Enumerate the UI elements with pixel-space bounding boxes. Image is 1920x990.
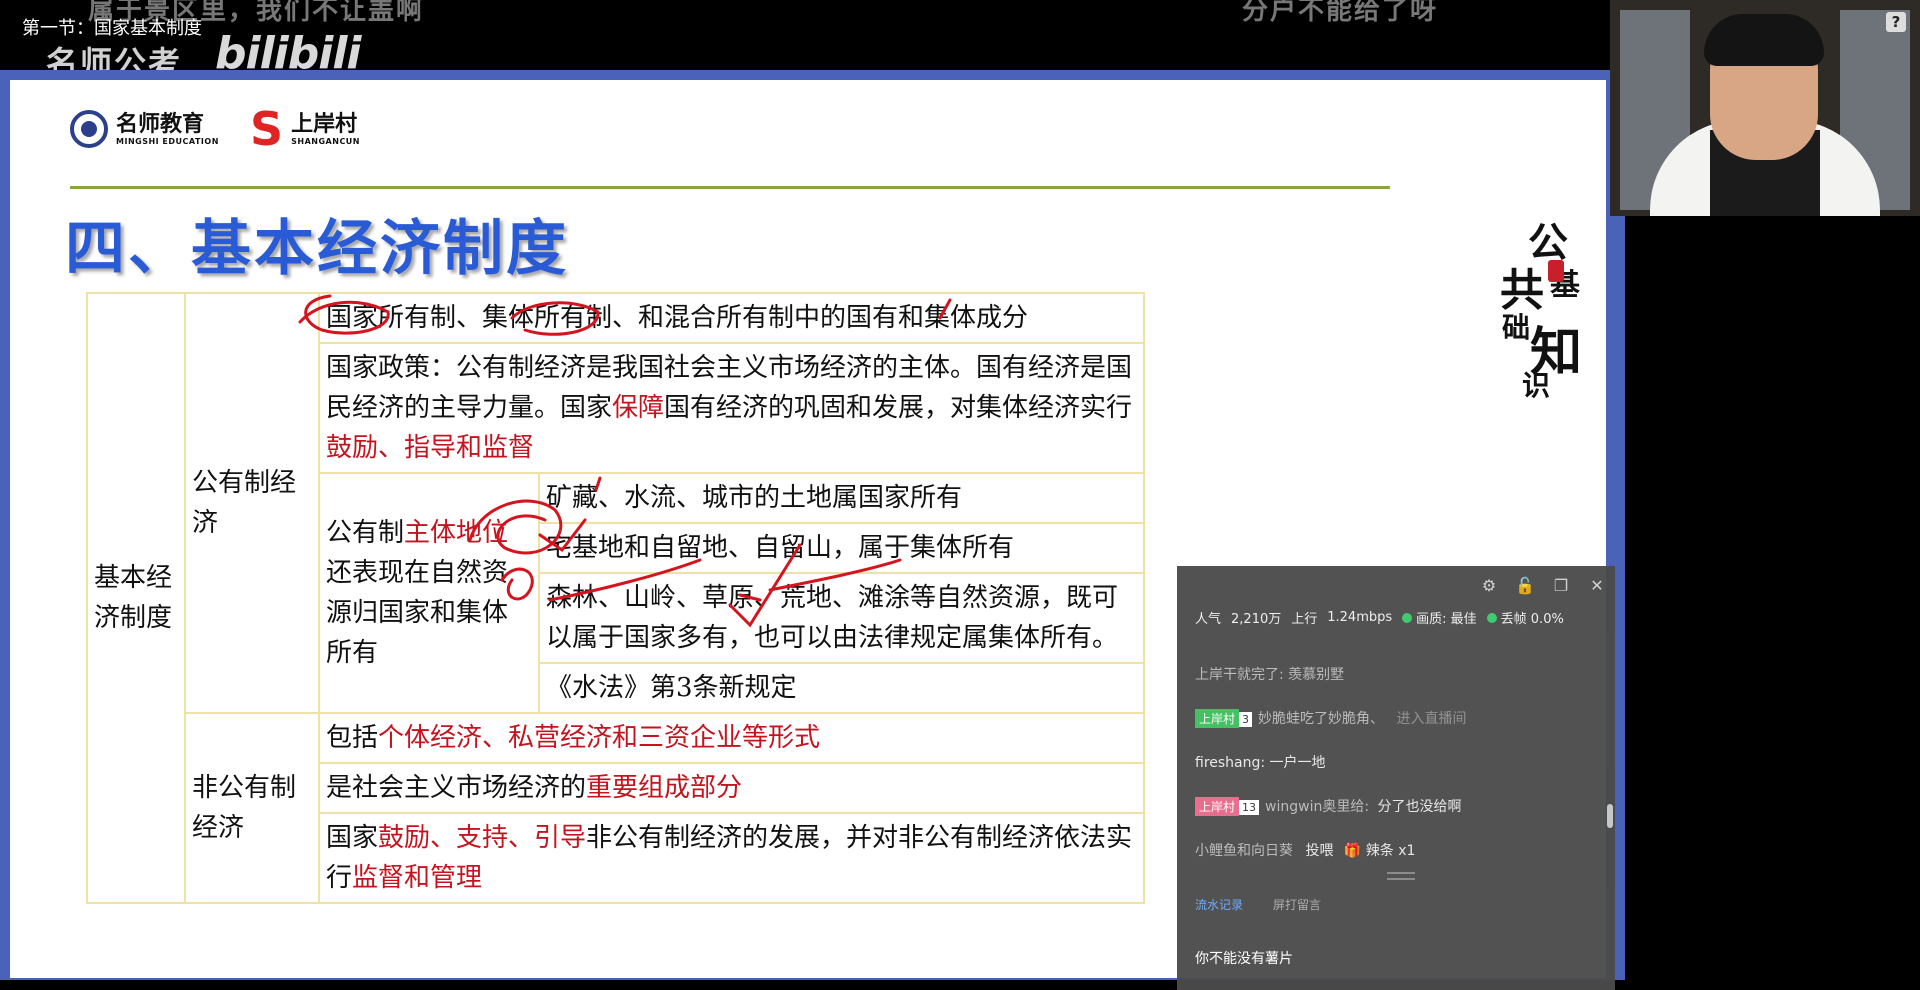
presenter-hair [1704,14,1824,66]
nonpublic-economy-label: 非公有制经济 [184,712,320,904]
tab-screen-messages[interactable]: 屏打留言 [1273,896,1321,913]
subcell-text-a: 公有制 [326,518,405,548]
video-title: 第一节：国家基本制度 [22,18,202,39]
calligraphy-title: 公 共 基 础 知 识 [1500,210,1590,410]
nonpublic-row-2-highlight: 重要组成部分 [586,773,743,803]
shangancun-logo-cn: 上岸村 [291,111,358,137]
shangancun-logo: S 上岸村 SHANGANCUN [250,106,360,152]
subcell-text-b: 还表现在自然资源归国家和集体所有 [326,558,509,668]
public-row-2-highlight-a: 保障 [612,393,665,423]
mingshi-logo-cn: 名师教育 [116,111,205,137]
economic-system-table: 基本经济制度 公有制经济 国家所有制、集体所有制、和混合所有制中的国有和集体成分… [86,292,1145,904]
slide-heading: 四、基本经济制度 [65,214,569,284]
public-row-1: 国家所有制、集体所有制、和混合所有制中的国有和集体成分 [318,292,1145,344]
gift-icon: 🎁 [1343,843,1362,859]
popularity-value: 2,210万 [1231,612,1282,627]
nonpublic-row-3: 国家鼓励、支持、引导非公有制经济的发展，并对非公有制经济依法实行监督和管理 [318,812,1145,904]
chat-content: 分了也没给啊 [1377,799,1462,815]
red-seal-stamp [1548,260,1564,282]
help-icon[interactable]: ? [1886,12,1906,32]
callig-char-4: 础 [1502,311,1531,344]
subtitle-overlay-right: 分户不能给了呀 [1242,0,1439,26]
header-divider [70,186,1390,189]
settings-icon[interactable]: ⚙ [1479,576,1499,596]
popularity-label: 人气 [1195,612,1222,627]
drop-status: 丢帧 0.0% [1486,608,1564,627]
nonpublic-row-2-text: 是社会主义市场经济的 [326,773,587,803]
resource-row-1: 矿藏、水流、城市的土地属国家所有 [538,472,1145,524]
stream-stats: 人气 2,210万 上行 1.24mbps 画质: 最佳 丢帧 0.0% [1195,608,1564,627]
chat-user[interactable]: 小鲤鱼和向日葵 [1195,843,1293,859]
tab-history[interactable]: 流水记录 [1195,896,1243,913]
fan-badge: 上岸村 [1195,797,1240,816]
nonpublic-row-3-text-a: 国家 [326,823,379,853]
shangancun-logo-en: SHANGANCUN [291,136,360,146]
close-icon[interactable]: ✕ [1587,576,1607,596]
quality-label: 画质: 最佳 [1416,612,1477,627]
fan-level: 3 [1239,712,1253,727]
drop-label: 丢帧 0.0% [1500,612,1564,627]
chat-action: 进入直播间 [1396,711,1467,727]
mingshi-logo-en: MINGSHI EDUCATION [116,136,219,146]
shangancun-mark-icon: S [250,102,284,156]
chat-message: fireshang: 一户一地 [1195,755,1326,771]
resource-row-2: 宅基地和自留地、自留山，属于集体所有 [538,522,1145,574]
public-row-2: 国家政策：公有制经济是我国社会主义市场经济的主体。国有经济是国民经济的主导力量。… [318,342,1145,474]
resource-row-3: 森林、山岭、草原、荒地、滩涂等自然资源，既可以属于国家多有，也可以由法律规定属集… [538,572,1145,664]
chat-toolbar: ⚙ 🔓 ❐ ✕ [1479,576,1607,596]
nonpublic-row-1-highlight: 个体经济、私营经济和三资企业等形式 [378,723,821,753]
chat-tabs: 流水记录 屏打留言 [1195,896,1321,913]
lock-icon[interactable]: 🔓 [1515,576,1535,596]
video-top-bar: 属于景区里，我们不让盖啊 分户不能给了呀 第一节：国家基本制度 名师公考 bil… [0,0,1610,82]
fan-badge: 上岸村 [1195,709,1240,728]
gift-name: 辣条 x1 [1365,843,1416,859]
nonpublic-row-2: 是社会主义市场经济的重要组成部分 [318,762,1145,814]
chat-message: 小鲤鱼和向日葵 投喂 🎁 辣条 x1 [1195,840,1415,860]
chat-notice: 你不能没有薯片 [1195,951,1293,967]
resource-row-4: 《水法》第3条新规定 [538,662,1145,714]
chat-user[interactable]: 妙脆蛙吃了妙脆角、 [1258,711,1384,727]
quality-dot-icon [1402,613,1413,623]
public-row-2-text-b: 国有经济的巩固和发展，对集体经济实行 [664,393,1133,423]
chat-message: 上岸村 3 妙脆蛙吃了妙脆角、 进入直播间 [1195,708,1466,728]
public-economy-label: 公有制经济 [184,292,320,714]
quality-status: 画质: 最佳 [1402,608,1477,627]
chat-action: 投喂 [1305,843,1334,859]
chat-resize-handle[interactable] [1387,872,1415,880]
natural-resource-subcell: 公有制主体地位还表现在自然资源归国家和集体所有 [318,472,540,714]
upload-label: 上行 [1291,612,1318,627]
mingshi-emblem-icon [70,110,108,148]
mingshi-logo: 名师教育 MINGSHI EDUCATION [70,110,219,148]
nonpublic-row-3-highlight-a: 鼓励、支持、引导 [378,823,587,853]
live-chat-panel: ⚙ 🔓 ❐ ✕ 人气 2,210万 上行 1.24mbps 画质: 最佳 丢帧 … [1177,566,1615,990]
upload-value: 1.24mbps [1327,610,1393,625]
chat-user[interactable]: wingwin奥里给: [1265,799,1369,815]
nonpublic-row-1-text: 包括 [326,723,379,753]
webcam-view: ? [1610,0,1920,216]
chat-scrollbar[interactable] [1607,804,1613,828]
chat-message: 上岸干就完了: 羡慕别墅 [1195,667,1345,683]
chat-message: 上岸村 13 wingwin奥里给: 分了也没给啊 [1195,796,1462,816]
subcell-highlight: 主体地位 [404,518,509,548]
nonpublic-row-1: 包括个体经济、私营经济和三资企业等形式 [318,712,1145,764]
copy-icon[interactable]: ❐ [1551,576,1571,596]
public-row-2-highlight-b: 鼓励、指导和监督 [326,433,535,463]
fan-level: 13 [1239,800,1260,815]
nonpublic-row-3-highlight-b: 监督和管理 [352,863,483,893]
main-category-cell: 基本经济制度 [86,292,186,904]
callig-char-6: 识 [1522,369,1551,402]
drop-dot-icon [1486,613,1497,623]
